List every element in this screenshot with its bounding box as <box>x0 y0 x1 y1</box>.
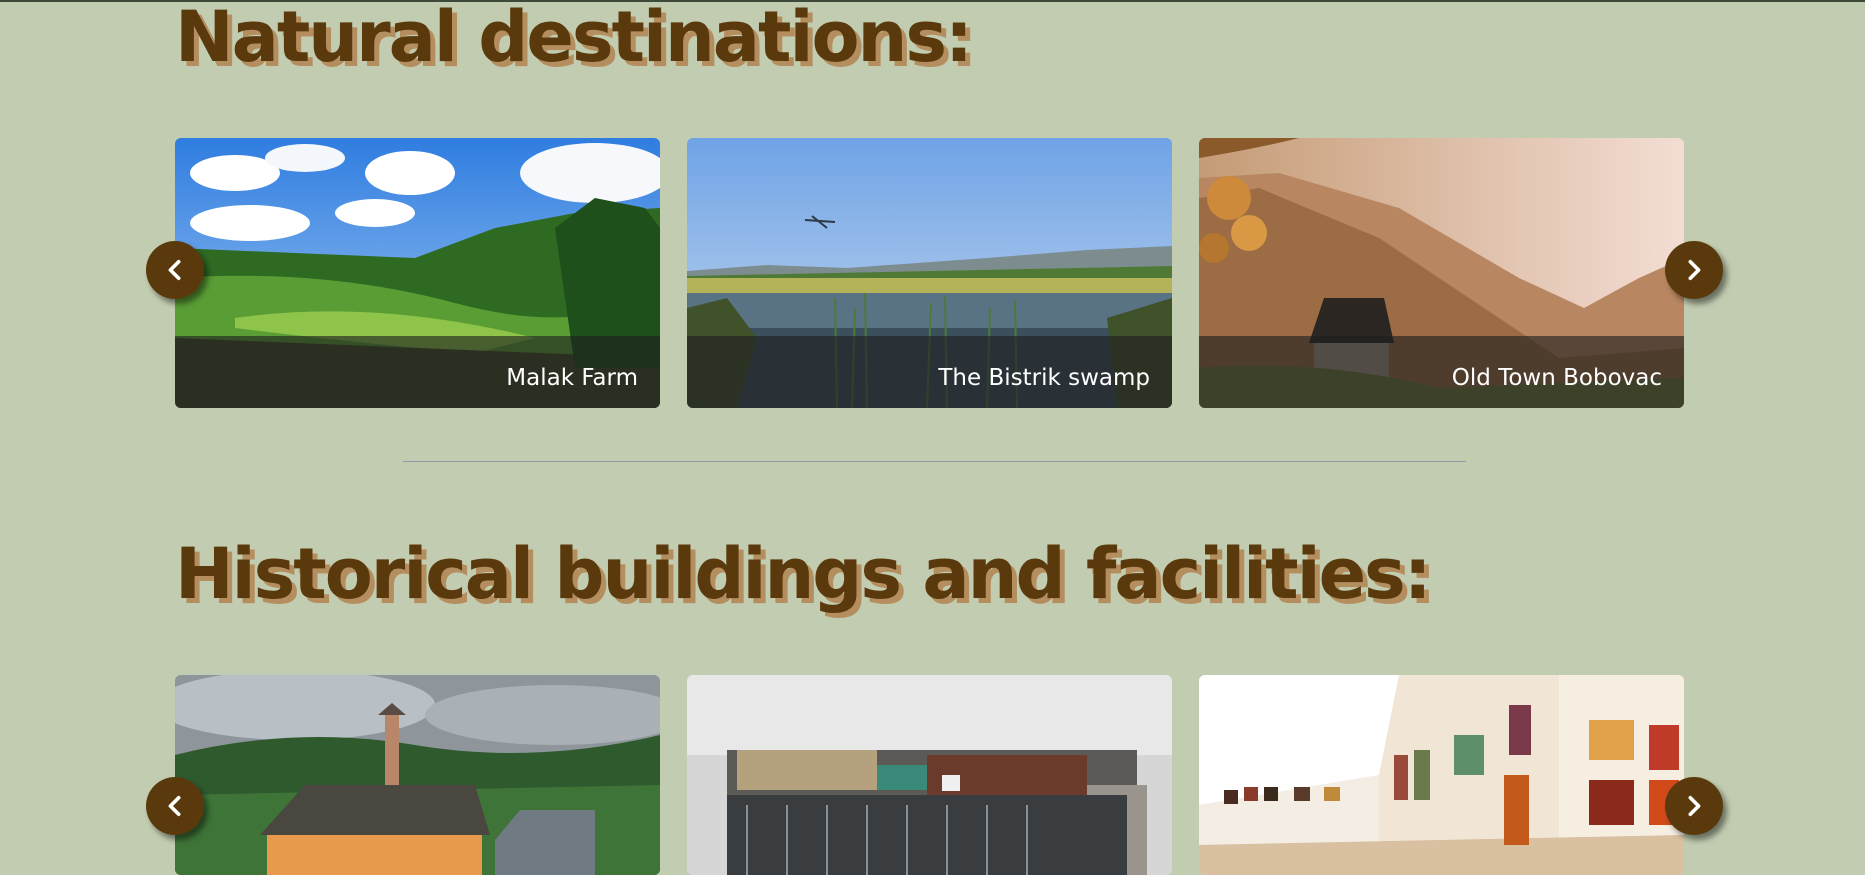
card-caption-text: Malak Farm <box>506 365 638 391</box>
card-caption: Old Town Bobovac <box>1199 336 1684 408</box>
card-caption-text: The Bistrik swamp <box>938 365 1150 391</box>
card-caption-text: Old Town Bobovac <box>1451 365 1662 391</box>
card-historical-3[interactable] <box>1199 675 1684 875</box>
card-old-town-bobovac[interactable]: Old Town Bobovac <box>1199 138 1684 408</box>
chevron-right-icon <box>1688 259 1701 281</box>
card-malak-farm[interactable]: Malak Farm <box>175 138 660 408</box>
chevron-left-icon <box>168 259 181 281</box>
card-historical-1[interactable] <box>175 675 660 875</box>
section-title-historical: Historical buildings and facilities: <box>175 533 1432 615</box>
card-caption: Malak Farm <box>175 336 660 408</box>
card-caption: The Bistrik swamp <box>687 336 1172 408</box>
card-historical-2[interactable] <box>687 675 1172 875</box>
card-image <box>175 675 660 875</box>
card-image <box>687 675 1172 875</box>
chevron-left-icon <box>168 795 181 817</box>
carousel-next-button[interactable] <box>1665 241 1723 299</box>
section-divider <box>403 461 1466 462</box>
section-title-natural: Natural destinations: <box>175 0 973 78</box>
card-bistrik-swamp[interactable]: The Bistrik swamp <box>687 138 1172 408</box>
carousel-prev-button[interactable] <box>146 777 204 835</box>
carousel-next-button[interactable] <box>1665 777 1723 835</box>
carousel-prev-button[interactable] <box>146 241 204 299</box>
card-image <box>1199 675 1684 875</box>
chevron-right-icon <box>1688 795 1701 817</box>
